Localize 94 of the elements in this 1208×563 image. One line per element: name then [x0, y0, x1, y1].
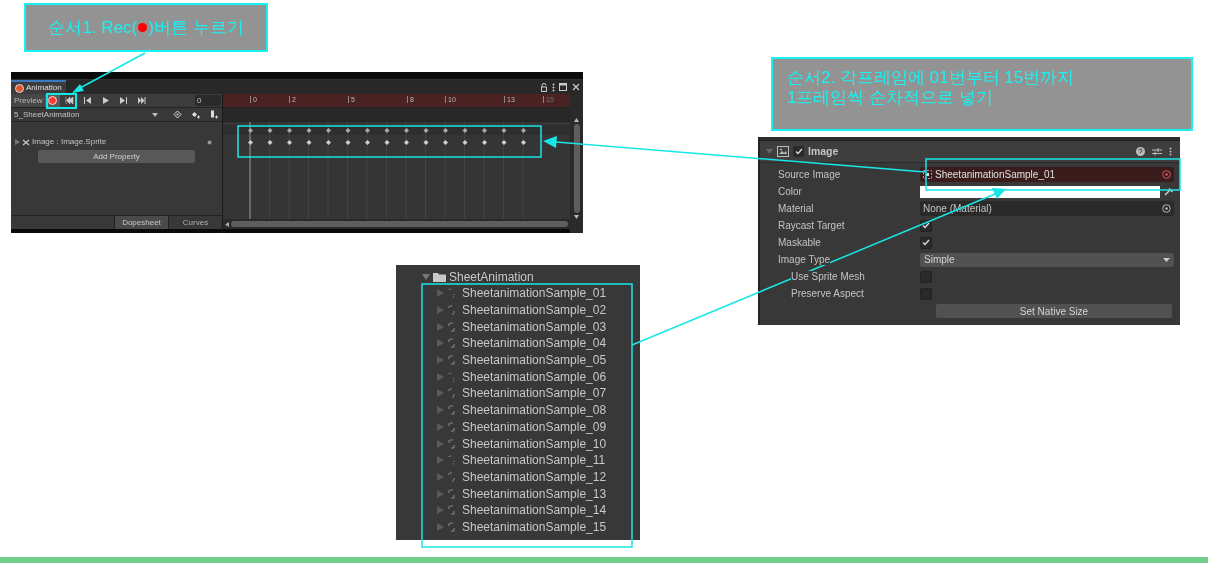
next-key-icon	[118, 96, 128, 105]
vertical-scrollbar[interactable]	[573, 124, 580, 213]
callout-text: 순서2. 각프레임에 01번부터 15번까지	[787, 68, 1076, 88]
callout-text: 1프레임씩 순차적으로 넣기	[787, 88, 994, 108]
window-tab[interactable]: Animation	[11, 80, 66, 94]
more-options-icon	[1169, 147, 1172, 156]
close-icon	[572, 83, 580, 91]
folder-row[interactable]: SheetAnimation	[396, 269, 640, 285]
asset-row[interactable]: SheetanimationSample_07	[396, 385, 640, 402]
field-label: Source Image	[778, 169, 841, 180]
sprite-thumbnail-icon	[448, 305, 456, 316]
eyedropper-icon	[1164, 187, 1174, 196]
record-icon	[48, 96, 58, 105]
object-field[interactable]: SheetanimationSample_01	[920, 167, 1174, 182]
component-title: Image	[808, 143, 840, 159]
sprite-thumbnail-icon	[448, 321, 456, 332]
property-label: Image : Image.Sprite	[32, 136, 108, 148]
sprite-thumbnail-icon	[448, 438, 456, 449]
target-icon	[1162, 204, 1171, 213]
sprite-thumbnail-icon	[448, 288, 456, 299]
preset-icon	[1152, 147, 1162, 156]
sprite-thumbnail-icon	[448, 455, 456, 466]
check-icon	[794, 148, 803, 155]
sprite-thumbnail-icon	[448, 521, 456, 532]
field-label: Raycast Target	[778, 220, 845, 231]
field-label: Maskable	[778, 237, 821, 248]
preview-button[interactable]: Preview	[11, 94, 46, 107]
previous-key-icon	[82, 96, 92, 105]
check-icon	[922, 239, 930, 246]
set-native-size-button[interactable]: Set Native Size	[936, 304, 1172, 318]
field-label: Preserve Aspect	[791, 288, 864, 299]
enabled-checkbox[interactable]	[793, 146, 804, 157]
caret-icon	[152, 112, 158, 117]
sprite-icon	[923, 170, 932, 179]
scroll-left-icon	[225, 221, 229, 227]
asset-row[interactable]: SheetanimationSample_06	[396, 368, 640, 386]
frame-field[interactable]: 0	[195, 95, 221, 106]
horizontal-scrollbar[interactable]	[231, 221, 568, 227]
clip-dropdown[interactable]: 5_SheetAnimation	[11, 108, 161, 121]
asset-row[interactable]: SheetanimationSample_09	[396, 418, 640, 436]
field-label: Material	[778, 203, 814, 214]
collapse-arrow-icon	[766, 149, 773, 154]
lock-icon	[540, 82, 548, 92]
asset-row[interactable]: SheetanimationSample_10	[396, 435, 640, 452]
sprite-thumbnail-icon	[448, 355, 456, 366]
asset-row[interactable]: SheetanimationSample_12	[396, 468, 640, 486]
asset-row[interactable]: SheetanimationSample_03	[396, 318, 640, 336]
animation-icon	[15, 83, 24, 93]
asset-row[interactable]: SheetanimationSample_15	[396, 518, 640, 536]
scroll-down-icon	[574, 215, 579, 219]
play-icon	[100, 96, 110, 105]
sprite-thumbnail-icon	[448, 338, 456, 349]
highlight-frame	[46, 93, 77, 109]
sprite-thumbnail-icon	[448, 488, 456, 499]
caret-icon	[1163, 257, 1170, 262]
sprite-thumbnail-icon	[448, 405, 456, 416]
sprite-property-icon	[22, 138, 30, 146]
more-options-icon	[552, 82, 555, 92]
last-key-icon	[136, 96, 146, 105]
asset-row[interactable]: SheetanimationSample_05	[396, 351, 640, 369]
view-tab[interactable]: Dopesheet	[114, 216, 168, 229]
diamond-icon	[172, 110, 182, 119]
callout-text: 순서1. Rec(	[48, 16, 138, 39]
asset-row[interactable]: SheetanimationSample_04	[396, 335, 640, 352]
asset-row[interactable]: SheetanimationSample_13	[396, 485, 640, 502]
asset-row[interactable]: SheetanimationSample_14	[396, 501, 640, 519]
marker-icon	[208, 110, 218, 119]
asset-row[interactable]: SheetanimationSample_02	[396, 301, 640, 319]
folder-icon	[433, 272, 446, 282]
add-property-button[interactable]: Add Property	[38, 150, 195, 163]
sprite-thumbnail-icon	[448, 505, 456, 516]
target-icon	[1162, 170, 1171, 179]
asset-row[interactable]: SheetanimationSample_01	[396, 285, 640, 302]
maximize-icon	[559, 83, 567, 91]
field-label: Image Type	[778, 254, 831, 265]
asset-row[interactable]: SheetanimationSample_11	[396, 451, 640, 469]
diamond-plus-icon	[190, 110, 200, 119]
image-component-icon	[777, 146, 789, 157]
sprite-thumbnail-icon	[448, 421, 456, 432]
field-label: Use Sprite Mesh	[791, 271, 865, 282]
sprite-thumbnail-icon	[448, 388, 456, 399]
asset-row[interactable]: SheetanimationSample_08	[396, 401, 640, 419]
expand-arrow-icon	[15, 139, 20, 145]
key-dot-icon	[207, 139, 212, 145]
dropdown[interactable]: Simple	[920, 252, 1174, 267]
checkbox[interactable]	[920, 236, 932, 249]
sprite-thumbnail-icon	[448, 471, 456, 482]
field-label: Color	[778, 186, 802, 197]
callout-text: )버튼 누르기	[148, 16, 244, 39]
first-key-icon	[64, 96, 74, 105]
help-icon	[1136, 147, 1145, 156]
scroll-up-icon	[574, 118, 579, 122]
sprite-thumbnail-icon	[448, 371, 456, 382]
check-icon	[922, 222, 930, 229]
